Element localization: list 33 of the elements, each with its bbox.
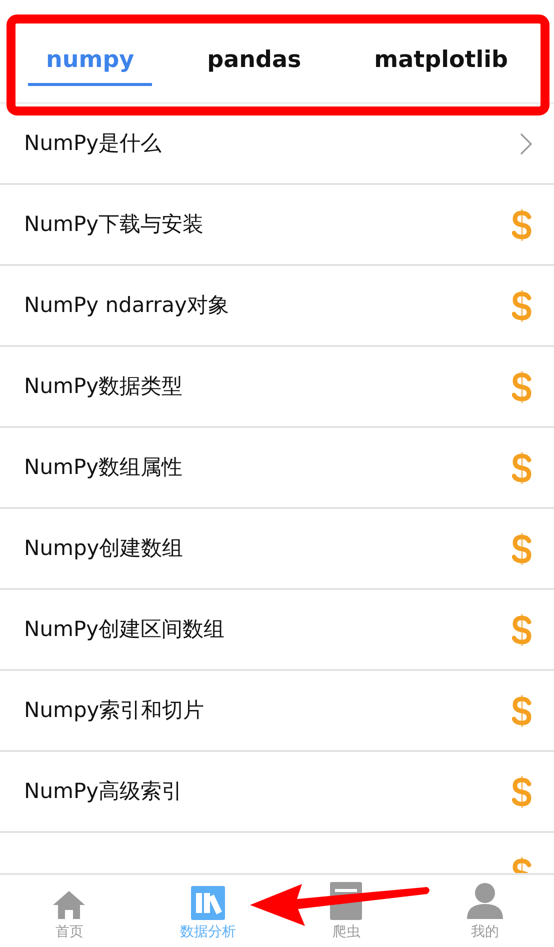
lesson-title: NumPy是什么 (24, 130, 162, 157)
dollar-icon (512, 450, 532, 484)
dollar-icon (512, 612, 532, 646)
tab[interactable]: numpy (28, 47, 152, 86)
lesson-row[interactable]: NumPy下载与安装 (0, 185, 554, 266)
lesson-title: Numpy创建数组 (24, 534, 184, 562)
lesson-row[interactable]: NumPy高级索引 (0, 752, 554, 833)
lesson-row[interactable]: Numpy创建数组 (0, 509, 554, 590)
lesson-title: NumPy ndarray对象 (24, 292, 229, 319)
lesson-title: NumPy下载与安装 (24, 210, 204, 238)
lesson-row[interactable]: NumPy ndarray对象 (0, 266, 554, 347)
tab[interactable]: pandas (189, 47, 320, 86)
lesson-title: NumPy数据类型 (24, 372, 183, 400)
lesson-title: NumPy数组属性 (24, 454, 183, 481)
tab[interactable]: matplotlib (356, 47, 526, 86)
person-icon (466, 882, 504, 920)
lesson-row[interactable]: NumPy数据类型 (0, 347, 554, 428)
dollar-icon (512, 694, 532, 728)
lesson-row[interactable]: NumPy创建区间数组 (0, 590, 554, 671)
lesson-row[interactable]: NumPy数组属性 (0, 428, 554, 509)
lesson-title: Numpy索引和切片 (24, 696, 204, 724)
lesson-row[interactable]: Numpy索引和切片 (0, 671, 554, 752)
dollar-icon (512, 208, 532, 242)
home-icon (52, 890, 86, 920)
dollar-icon (512, 288, 532, 322)
lesson-title: NumPy高级索引 (24, 778, 183, 805)
lesson-title: NumPy创建区间数组 (24, 616, 225, 643)
lesson-row[interactable]: NumPy是什么 (0, 104, 554, 185)
dollar-icon (512, 370, 532, 404)
dollar-icon (512, 774, 532, 808)
chevron-icon (520, 132, 532, 154)
books-icon (190, 886, 225, 920)
dollar-icon (512, 532, 532, 566)
